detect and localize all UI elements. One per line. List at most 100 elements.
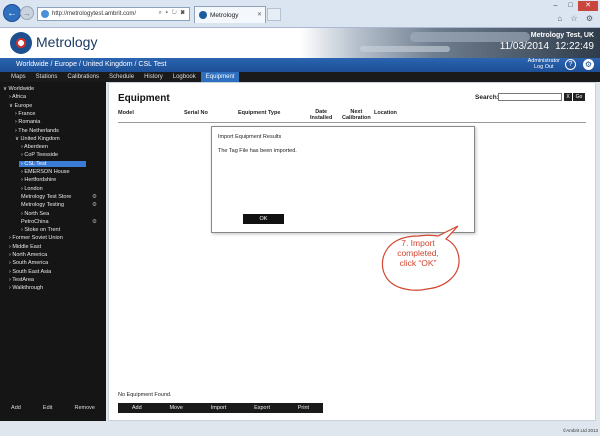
tree-item[interactable]: › Romania — [15, 119, 40, 125]
clock: 11/03/2014 12:22:49 — [500, 41, 594, 52]
tree-item[interactable]: › Africa — [9, 94, 26, 100]
menu-item-stations[interactable]: Stations — [31, 72, 63, 82]
address-bar[interactable]: http://metrologytest.ambrit.com/ ⌕ ▾ ↻ ✖ — [37, 7, 190, 21]
forward-arrow-icon[interactable]: → — [20, 6, 34, 20]
move-button[interactable]: Move — [169, 405, 182, 411]
maximize-icon[interactable]: □ — [563, 1, 578, 11]
column-header-installed[interactable]: Date Installed — [310, 109, 332, 121]
tree-item[interactable]: › EMERSON House — [21, 169, 70, 175]
tree-item[interactable]: › TestArea — [9, 277, 34, 283]
metrology-logo-icon — [10, 32, 32, 54]
breadcrumb-bar: Worldwide / Europe / United Kingdom / CS… — [0, 58, 600, 72]
tree-item[interactable]: › South East Asia — [9, 269, 51, 275]
tree-item[interactable]: › Stoke on Trent — [21, 227, 60, 233]
back-arrow-icon[interactable]: ← — [3, 4, 21, 22]
tree-item-label: › CSL Test — [21, 160, 47, 167]
tree-item-label: ∨ United Kingdom — [15, 135, 60, 142]
tab-close-icon[interactable]: ✕ — [257, 11, 262, 18]
dialog-title: Import Equipment Results — [218, 134, 282, 140]
tree-item-label: › Africa — [9, 94, 27, 101]
tree-item[interactable]: › North Sea — [21, 211, 49, 217]
tree-item-label: PetroChina — [21, 218, 49, 225]
help-icon[interactable]: ? — [565, 59, 576, 70]
tree-item[interactable]: › North America — [9, 252, 47, 258]
new-tab-button[interactable] — [267, 8, 281, 21]
logout-link[interactable]: Log Out — [528, 64, 560, 70]
search-clear-button[interactable]: X — [564, 93, 572, 101]
add-button[interactable]: Add — [132, 405, 142, 411]
tab-title: Metrology — [210, 11, 239, 19]
tree-item[interactable]: › Walkthrough — [9, 285, 43, 291]
settings-gear-icon[interactable]: ⚙ — [583, 59, 594, 70]
app-header: Metrology Metrology Test, UK 11/03/2014 1… — [0, 28, 600, 58]
tab-favicon-icon — [199, 11, 207, 19]
tree-add-button[interactable]: Add — [11, 405, 21, 415]
clock-time: 12:22:49 — [555, 41, 594, 52]
tree-item[interactable]: › The Netherlands — [15, 128, 59, 134]
tree-item-label: › TestArea — [9, 276, 34, 283]
tree-item-label: › France — [15, 110, 36, 117]
clock-date: 11/03/2014 — [499, 41, 550, 52]
tree-item[interactable]: › Aberdeen — [21, 144, 48, 150]
tree-item-label: Metrology Testing — [21, 202, 65, 209]
menu-item-equipment[interactable]: Equipment — [200, 72, 240, 82]
window-controls: – □ ✕ — [548, 1, 598, 11]
menu-item-schedule[interactable]: Schedule — [104, 72, 139, 82]
menu-item-maps[interactable]: Maps — [6, 72, 31, 82]
tree-item-label: › Former Soviet Union — [9, 235, 63, 242]
dialog-message: The Tag File has been imported. — [218, 148, 297, 154]
tree-item[interactable]: › CoP Teesside — [21, 152, 58, 158]
tree-item[interactable]: ∨ United Kingdom — [15, 136, 60, 142]
menu-item-history[interactable]: History — [139, 72, 168, 82]
address-url: http://metrologytest.ambrit.com/ — [52, 11, 137, 17]
page-title: Equipment — [118, 93, 170, 104]
column-header-calibration[interactable]: Next Calibration — [342, 109, 371, 121]
tree-remove-button[interactable]: Remove — [74, 405, 94, 415]
tree-gear-icon[interactable]: ⚙ — [92, 194, 97, 200]
column-header-location[interactable]: Location — [374, 110, 397, 116]
equipment-actions: Add Move Import Export Print — [118, 403, 323, 413]
column-header-model[interactable]: Model — [118, 110, 134, 116]
export-button[interactable]: Export — [254, 405, 270, 411]
tree-item-label: › CoP Teesside — [21, 152, 59, 159]
tree-item-label: › The Netherlands — [15, 127, 59, 134]
banner-pipe-graphic — [360, 46, 450, 52]
tree-item[interactable]: › Former Soviet Union — [9, 235, 63, 241]
tree-item-label: › EMERSON House — [21, 169, 70, 175]
browser-tab[interactable]: Metrology ✕ — [194, 6, 266, 23]
column-header-type[interactable]: Equipment Type — [238, 110, 280, 116]
import-button[interactable]: Import — [211, 405, 227, 411]
search-go-button[interactable]: Go — [573, 93, 585, 101]
tree-item[interactable]: › CSL Test — [19, 160, 87, 167]
tree-item[interactable]: Metrology Testing ⚙ — [21, 202, 97, 209]
menu-item-logbook[interactable]: Logbook — [168, 72, 201, 82]
tree-item[interactable]: ∨ Worldwide — [3, 86, 34, 92]
tree-edit-button[interactable]: Edit — [43, 405, 52, 415]
tree-item[interactable]: › London — [21, 186, 43, 192]
ok-button[interactable]: OK — [243, 214, 284, 224]
tree-item[interactable]: › South America — [9, 260, 48, 266]
browser-tools-icons[interactable]: ⌂ ☆ ⚙ — [557, 14, 596, 23]
address-tools-icon[interactable]: ⌕ ▾ ↻ ✖ — [158, 10, 186, 17]
search-input[interactable] — [498, 93, 562, 101]
tree-item-label: › South America — [9, 260, 49, 267]
tree-item[interactable]: Metrology Test Store ⚙ — [21, 194, 97, 200]
window-close-icon[interactable]: ✕ — [578, 1, 598, 11]
tree-item-label: › Hertfordshire — [21, 177, 57, 184]
tree-gear-icon[interactable]: ⚙ — [92, 219, 97, 225]
menu-item-calibrations[interactable]: Calibrations — [62, 72, 104, 82]
search-label: Search: — [475, 94, 499, 101]
tree-item[interactable]: › Hertfordshire — [21, 177, 56, 183]
tree-item-label: ∨ Worldwide — [3, 86, 35, 92]
tree-item[interactable]: › Middle East — [9, 244, 41, 250]
logo-text: Metrology — [36, 34, 98, 50]
tree-item[interactable]: ∨ Europe — [9, 103, 32, 109]
tree-item[interactable]: PetroChina ⚙ — [21, 218, 97, 225]
tree-item-label: › Romania — [15, 119, 41, 126]
tree-item[interactable]: › France — [15, 111, 35, 117]
minimize-icon[interactable]: – — [548, 1, 563, 11]
print-button[interactable]: Print — [298, 405, 309, 411]
tree-item-label: › Middle East — [9, 243, 42, 250]
column-header-serial[interactable]: Serial No — [184, 110, 208, 116]
tree-gear-icon[interactable]: ⚙ — [92, 202, 97, 208]
